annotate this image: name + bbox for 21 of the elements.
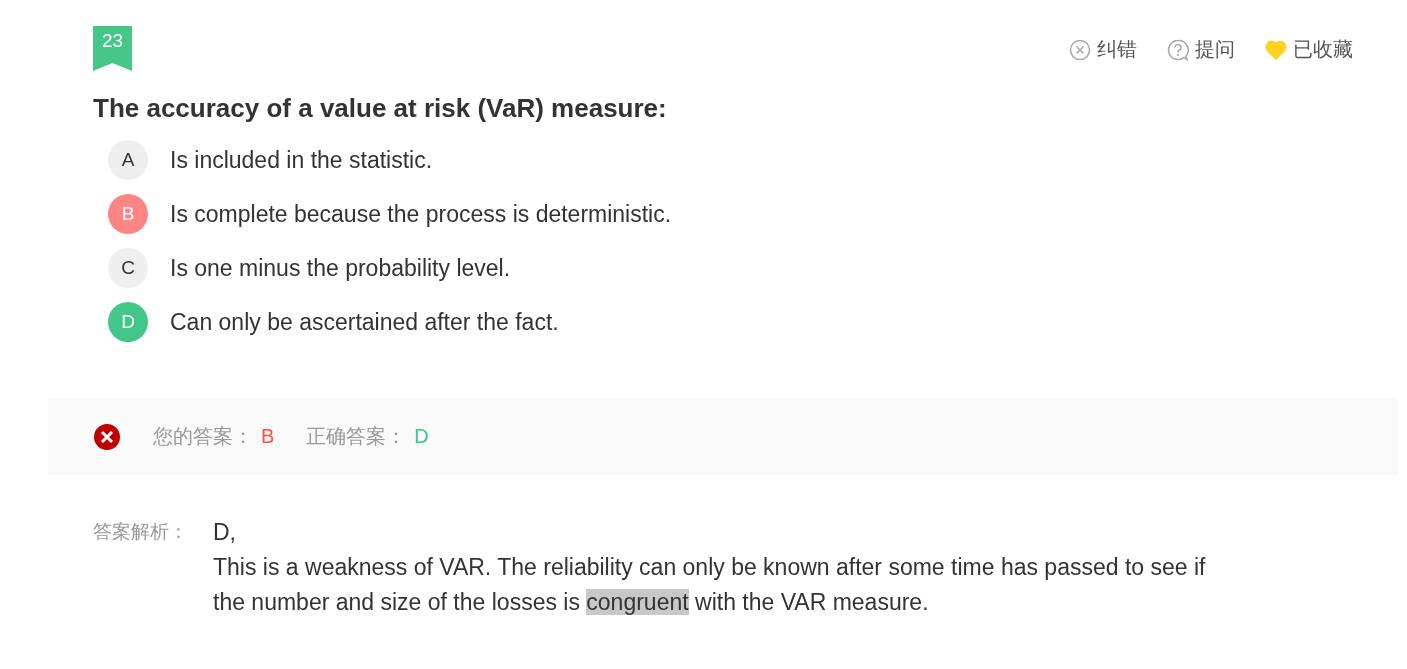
ask-link[interactable]: 提问 xyxy=(1167,36,1235,63)
option-text: Is one minus the probability level. xyxy=(170,254,511,282)
explanation-text: D, xyxy=(213,518,237,547)
close-circle-icon xyxy=(1069,38,1091,61)
option-text: Is complete because the process is deterministic. xyxy=(170,200,672,228)
explanation-text: This is a weakness of VAR. The reliability can only be known after some time has passed to see if xyxy=(213,553,1206,582)
report-link[interactable]: 纠错 xyxy=(1069,36,1137,63)
option-letter[interactable]: A xyxy=(108,140,148,180)
option-letter[interactable]: C xyxy=(108,248,148,288)
option-text: Can only be ascertained after the fact. xyxy=(170,308,559,336)
explanation-text: the number and size of the losses is congruent with the VAR measure. xyxy=(213,588,930,617)
correct-answer: D xyxy=(414,425,429,448)
your-answer: B xyxy=(261,425,275,448)
option-text: Is included in the statistic. xyxy=(170,146,433,174)
explanation-label: 答案解析： xyxy=(93,520,189,544)
your-answer-label: 您的答案： xyxy=(153,424,253,449)
favorite-link[interactable]: 已收藏 xyxy=(1265,36,1353,63)
question-text: The accuracy of a value at risk (VaR) measure: xyxy=(93,93,668,124)
question-number-badge: 23 xyxy=(93,26,132,71)
correct-answer-label: 正确答案： xyxy=(306,424,407,449)
question-icon xyxy=(1167,38,1189,61)
